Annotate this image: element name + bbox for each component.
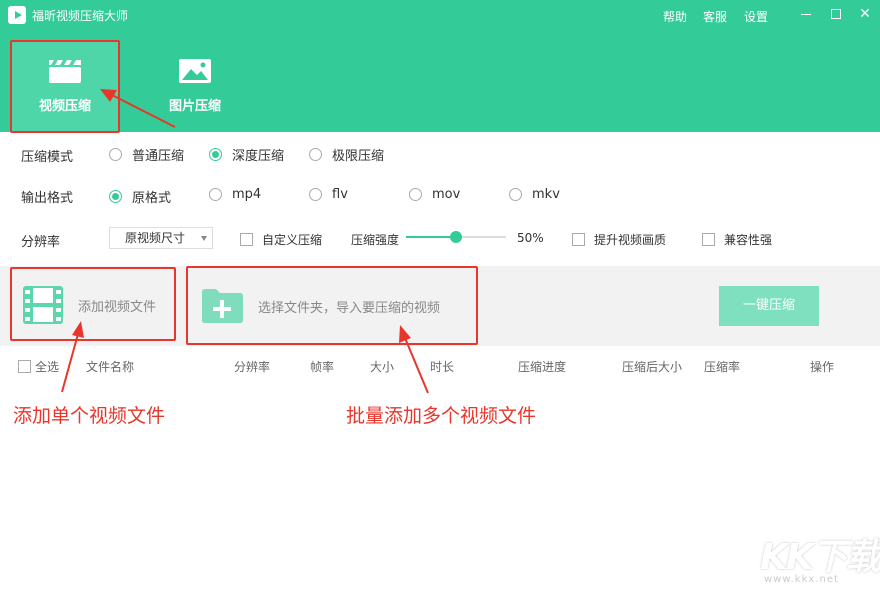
slider-handle[interactable] xyxy=(450,231,462,243)
compress-mode-label: 压缩模式 xyxy=(21,150,74,165)
close-button[interactable]: ✕ xyxy=(855,4,875,24)
enhance-quality-checkbox[interactable]: 提升视频画质 xyxy=(572,231,666,248)
settings-link[interactable]: 设置 xyxy=(744,8,768,25)
select-all-label: 全选 xyxy=(35,360,60,374)
watermark-logo: KK下载 xyxy=(760,537,880,578)
radio-format-mp4-label: mp4 xyxy=(232,187,262,202)
title-bar: 福昕视频压缩大师 帮助 客服 设置 ✕ xyxy=(0,0,880,30)
tab-image-compress[interactable]: 图片压缩 xyxy=(141,40,249,132)
radio-indicator xyxy=(209,188,222,201)
column-header-progress: 压缩进度 xyxy=(518,360,567,374)
watermark-url: www.kkx.net xyxy=(764,574,839,585)
compress-strength-slider[interactable] xyxy=(406,231,506,243)
radio-format-mov[interactable]: mov xyxy=(409,187,460,202)
compress-all-button[interactable]: 一键压缩 xyxy=(719,286,819,326)
column-header-filename: 文件名称 xyxy=(86,360,135,374)
radio-format-original-label: 原格式 xyxy=(132,191,172,206)
radio-extreme-compress-label: 极限压缩 xyxy=(332,149,385,164)
radio-format-flv-label: flv xyxy=(332,187,348,202)
maximize-icon xyxy=(831,9,841,19)
select-all-checkbox[interactable]: 全选 xyxy=(18,358,59,375)
radio-format-mkv-label: mkv xyxy=(532,187,560,202)
image-icon xyxy=(179,59,211,83)
radio-format-original[interactable]: 原格式 xyxy=(109,187,171,206)
compress-strength-value: 50% xyxy=(517,231,544,245)
service-link[interactable]: 客服 xyxy=(703,8,727,25)
annotation-box-video-tab xyxy=(10,40,120,133)
app-title: 福昕视频压缩大师 xyxy=(32,9,129,23)
resolution-select-value: 原视频尺寸 xyxy=(125,231,186,245)
radio-deep-compress-label: 深度压缩 xyxy=(232,149,285,164)
help-link[interactable]: 帮助 xyxy=(663,8,687,25)
radio-extreme-compress[interactable]: 极限压缩 xyxy=(309,145,384,164)
resolution-label: 分辨率 xyxy=(21,235,61,250)
output-format-label: 输出格式 xyxy=(21,191,74,206)
minimize-button[interactable] xyxy=(796,4,816,24)
close-icon: ✕ xyxy=(859,6,871,22)
radio-format-mp4[interactable]: mp4 xyxy=(209,187,261,202)
tab-image-compress-label: 图片压缩 xyxy=(168,99,221,114)
column-header-compressed-size: 压缩后大小 xyxy=(622,360,683,374)
column-header-duration: 时长 xyxy=(430,360,455,374)
column-header-ratio: 压缩率 xyxy=(704,360,741,374)
custom-compress-label: 自定义压缩 xyxy=(262,233,323,247)
enhance-quality-label: 提升视频画质 xyxy=(594,233,667,247)
custom-compress-checkbox[interactable]: 自定义压缩 xyxy=(240,231,322,248)
column-header-resolution: 分辨率 xyxy=(234,360,271,374)
resolution-select[interactable]: 原视频尺寸 xyxy=(109,227,213,249)
column-header-size: 大小 xyxy=(370,360,395,374)
annotation-box-add-file xyxy=(10,267,176,341)
header-bar: 福昕视频压缩大师 帮助 客服 设置 ✕ 视频压缩 图片压缩 xyxy=(0,0,880,132)
chevron-down-icon xyxy=(201,236,207,241)
radio-deep-compress[interactable]: 深度压缩 xyxy=(209,145,284,164)
slider-fill xyxy=(406,236,456,238)
minimize-icon xyxy=(801,14,811,15)
radio-indicator-selected xyxy=(109,190,122,203)
radio-format-flv[interactable]: flv xyxy=(309,187,348,202)
compatibility-checkbox[interactable]: 兼容性强 xyxy=(702,231,772,248)
maximize-button[interactable] xyxy=(826,4,846,24)
radio-indicator-selected xyxy=(209,148,222,161)
radio-normal-compress-label: 普通压缩 xyxy=(132,149,185,164)
radio-indicator xyxy=(409,188,422,201)
compatibility-label: 兼容性强 xyxy=(724,233,773,247)
radio-format-mkv[interactable]: mkv xyxy=(509,187,560,202)
app-logo-icon xyxy=(8,6,26,24)
checkbox-indicator xyxy=(18,360,31,373)
radio-format-mov-label: mov xyxy=(432,187,461,202)
radio-indicator xyxy=(109,148,122,161)
checkbox-indicator xyxy=(572,233,585,246)
radio-indicator xyxy=(509,188,522,201)
annotation-box-add-folder xyxy=(186,266,478,345)
annotation-single-file: 添加单个视频文件 xyxy=(13,405,166,427)
annotation-batch-files: 批量添加多个视频文件 xyxy=(346,405,537,427)
checkbox-indicator xyxy=(702,233,715,246)
checkbox-indicator xyxy=(240,233,253,246)
radio-normal-compress[interactable]: 普通压缩 xyxy=(109,145,184,164)
radio-indicator xyxy=(309,148,322,161)
radio-indicator xyxy=(309,188,322,201)
column-header-framerate: 帧率 xyxy=(310,360,335,374)
column-header-actions: 操作 xyxy=(810,360,835,374)
compress-strength-label: 压缩强度 xyxy=(351,233,400,247)
